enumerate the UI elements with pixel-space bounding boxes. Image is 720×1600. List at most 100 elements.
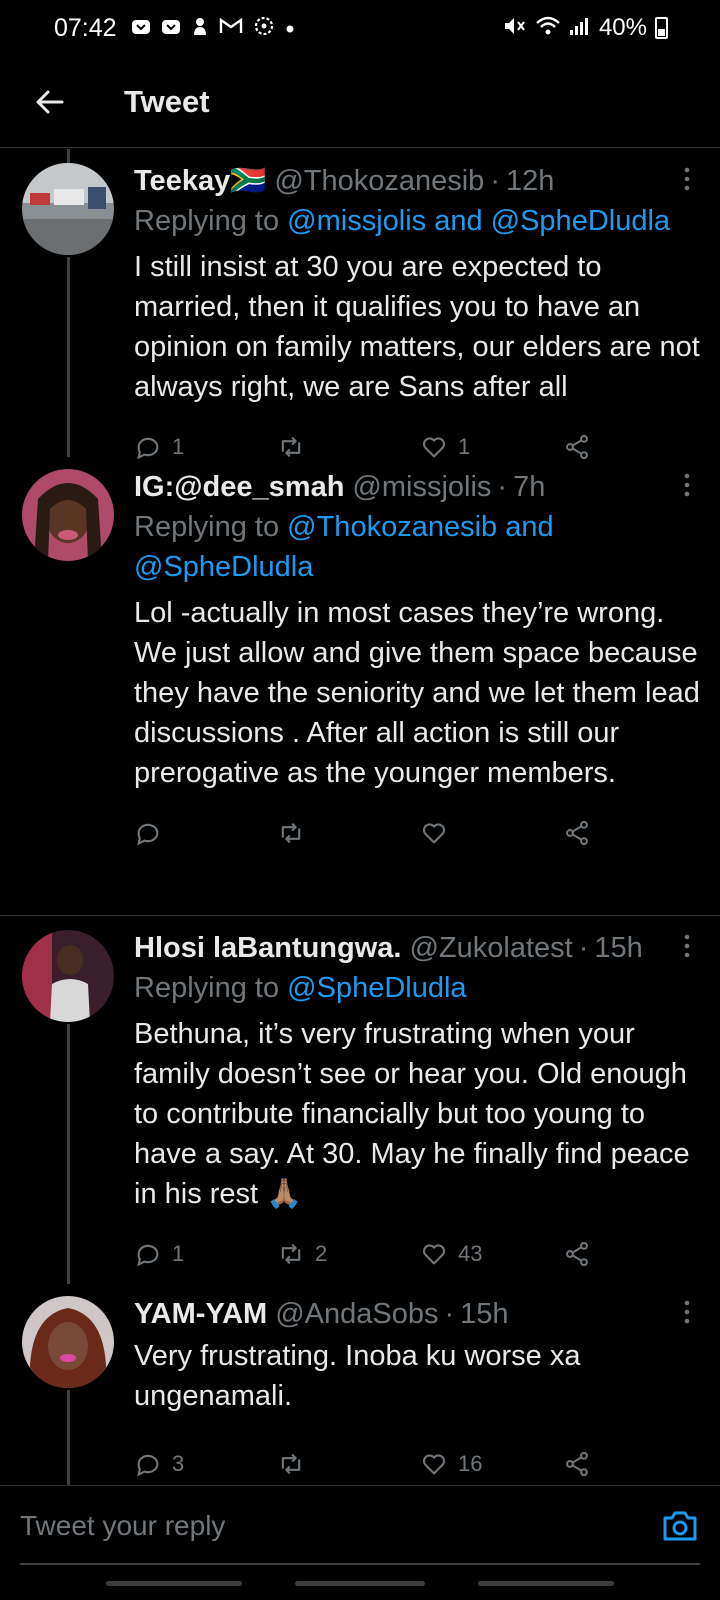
author-handle[interactable]: @Zukolatest (409, 930, 572, 966)
nav-back[interactable] (477, 1580, 614, 1586)
author-name[interactable]: Teekay🇿🇦 (134, 163, 266, 199)
back-button[interactable] (0, 56, 100, 148)
reply-button[interactable]: 1 (134, 1240, 277, 1268)
retweet-count: 2 (315, 1241, 328, 1266)
heart-icon (422, 823, 446, 844)
replying-to-prefix: Replying to (134, 511, 280, 543)
share-button[interactable] (563, 819, 706, 847)
thread-line (67, 257, 70, 457)
reply-icon (137, 1244, 159, 1267)
hand-icon (191, 16, 209, 40)
inbox-icon (161, 17, 181, 39)
meta-separator: · (444, 1298, 455, 1330)
retweet-button[interactable] (277, 819, 420, 847)
avatar[interactable] (22, 469, 114, 561)
more-options-icon[interactable] (684, 473, 690, 501)
status-time: 07:42 (54, 13, 117, 42)
retweet-button[interactable]: 2 (277, 1240, 420, 1268)
camera-icon[interactable] (660, 1506, 700, 1546)
share-button[interactable] (563, 1450, 706, 1478)
thread-line (67, 1024, 70, 1284)
author-handle[interactable]: @Thokozanesib (274, 163, 484, 199)
reply-icon (137, 1454, 159, 1477)
author-handle[interactable]: @AndaSobs (275, 1296, 438, 1332)
more-options-icon[interactable] (684, 934, 690, 962)
heart-icon (422, 1454, 446, 1475)
system-nav-bar (0, 1566, 720, 1600)
tweet-text: Very frustrating. Inoba ku worse xa unge… (134, 1340, 581, 1412)
reply-button[interactable]: 3 (134, 1450, 277, 1478)
like-button[interactable]: 16 (420, 1450, 563, 1478)
tweet-text: I still insist at 30 you are expected to… (134, 251, 700, 403)
like-count: 43 (458, 1241, 483, 1266)
reply-count: 1 (172, 1241, 185, 1266)
avatar[interactable] (22, 1296, 114, 1388)
replying-to: Replying to @Thokozanesib and @SpheDludl… (134, 507, 706, 587)
app-header: Tweet (0, 56, 720, 148)
tweet-time[interactable]: 15h (594, 930, 642, 966)
author-name[interactable]: YAM-YAM (134, 1296, 267, 1332)
more-options-icon[interactable] (684, 167, 690, 195)
tweet[interactable]: Teekay🇿🇦 @Thokozanesib · 12h Replying to… (0, 149, 720, 460)
thread-line (67, 1390, 70, 1485)
status-bar: 07:42 40% (0, 0, 720, 56)
replying-to: Replying to @SpheDludla (134, 968, 706, 1008)
replying-to-prefix: Replying to (134, 972, 280, 1004)
heart-icon (422, 1244, 446, 1265)
battery-icon (655, 17, 668, 39)
page-title: Tweet (124, 83, 210, 119)
like-button[interactable]: 43 (420, 1240, 563, 1268)
reply-button[interactable] (134, 819, 277, 847)
tweet-time[interactable]: 7h (513, 469, 545, 505)
tweet[interactable]: YAM-YAM @AndaSobs · 15h Very frustrating… (0, 1282, 720, 1485)
settings-icon (253, 15, 275, 41)
signal-icon (569, 16, 591, 40)
tweet-actions: 1 2 43 (134, 1226, 706, 1282)
tweet-actions: 3 16 (134, 1436, 706, 1485)
dot-icon (285, 18, 295, 38)
reply-input[interactable] (20, 1509, 660, 1542)
tweet-text: Lol -actually in most cases they’re wron… (134, 597, 700, 789)
reply-icon (137, 823, 159, 846)
meta-separator: · (497, 471, 508, 503)
share-icon (566, 1241, 588, 1267)
reply-composer (0, 1485, 720, 1565)
replying-to: Replying to @missjolis and @SpheDludla (134, 201, 706, 241)
tweet-time[interactable]: 12h (506, 163, 554, 199)
tweet-actions (134, 805, 706, 861)
retweet-icon (281, 1453, 301, 1475)
inbox-icon (131, 17, 151, 39)
reply-thread[interactable]: Teekay🇿🇦 @Thokozanesib · 12h Replying to… (0, 149, 720, 1485)
avatar[interactable] (22, 930, 114, 1022)
more-options-icon[interactable] (684, 1300, 690, 1328)
reply-count: 3 (172, 1451, 185, 1476)
author-name[interactable]: IG:@dee_smah (134, 469, 344, 505)
like-button[interactable] (420, 819, 563, 847)
replying-to-prefix: Replying to (134, 205, 280, 237)
nav-recents[interactable] (106, 1580, 243, 1586)
mute-icon (503, 15, 527, 41)
tweet[interactable]: IG:@dee_smah @missjolis · 7h Replying to… (0, 455, 720, 916)
meta-separator: · (490, 165, 500, 197)
gmail-icon (219, 17, 243, 39)
replying-to-link[interactable]: @SpheDludla (287, 972, 466, 1004)
tweet-time[interactable]: 15h (460, 1296, 508, 1332)
replying-to-link[interactable]: @missjolis and @SpheDludla (287, 205, 670, 237)
battery-percent: 40% (598, 14, 647, 41)
like-count: 16 (458, 1451, 483, 1476)
share-icon (566, 820, 588, 846)
tweet[interactable]: Hlosi laBantungwa. @Zukolatest · 15h Rep… (0, 916, 720, 1284)
share-icon (566, 1451, 588, 1477)
avatar[interactable] (22, 163, 114, 255)
tweet-text: Bethuna, it’s very frustrating when your… (134, 1018, 690, 1210)
back-arrow-icon (36, 90, 64, 113)
nav-home[interactable] (294, 1580, 425, 1586)
author-name[interactable]: Hlosi laBantungwa. (134, 930, 401, 966)
meta-separator: · (578, 932, 589, 964)
share-button[interactable] (563, 1240, 706, 1268)
retweet-icon (281, 822, 301, 844)
wifi-icon (535, 15, 561, 41)
retweet-button[interactable] (277, 1450, 420, 1478)
author-handle[interactable]: @missjolis (352, 469, 491, 505)
retweet-icon (281, 1243, 301, 1265)
